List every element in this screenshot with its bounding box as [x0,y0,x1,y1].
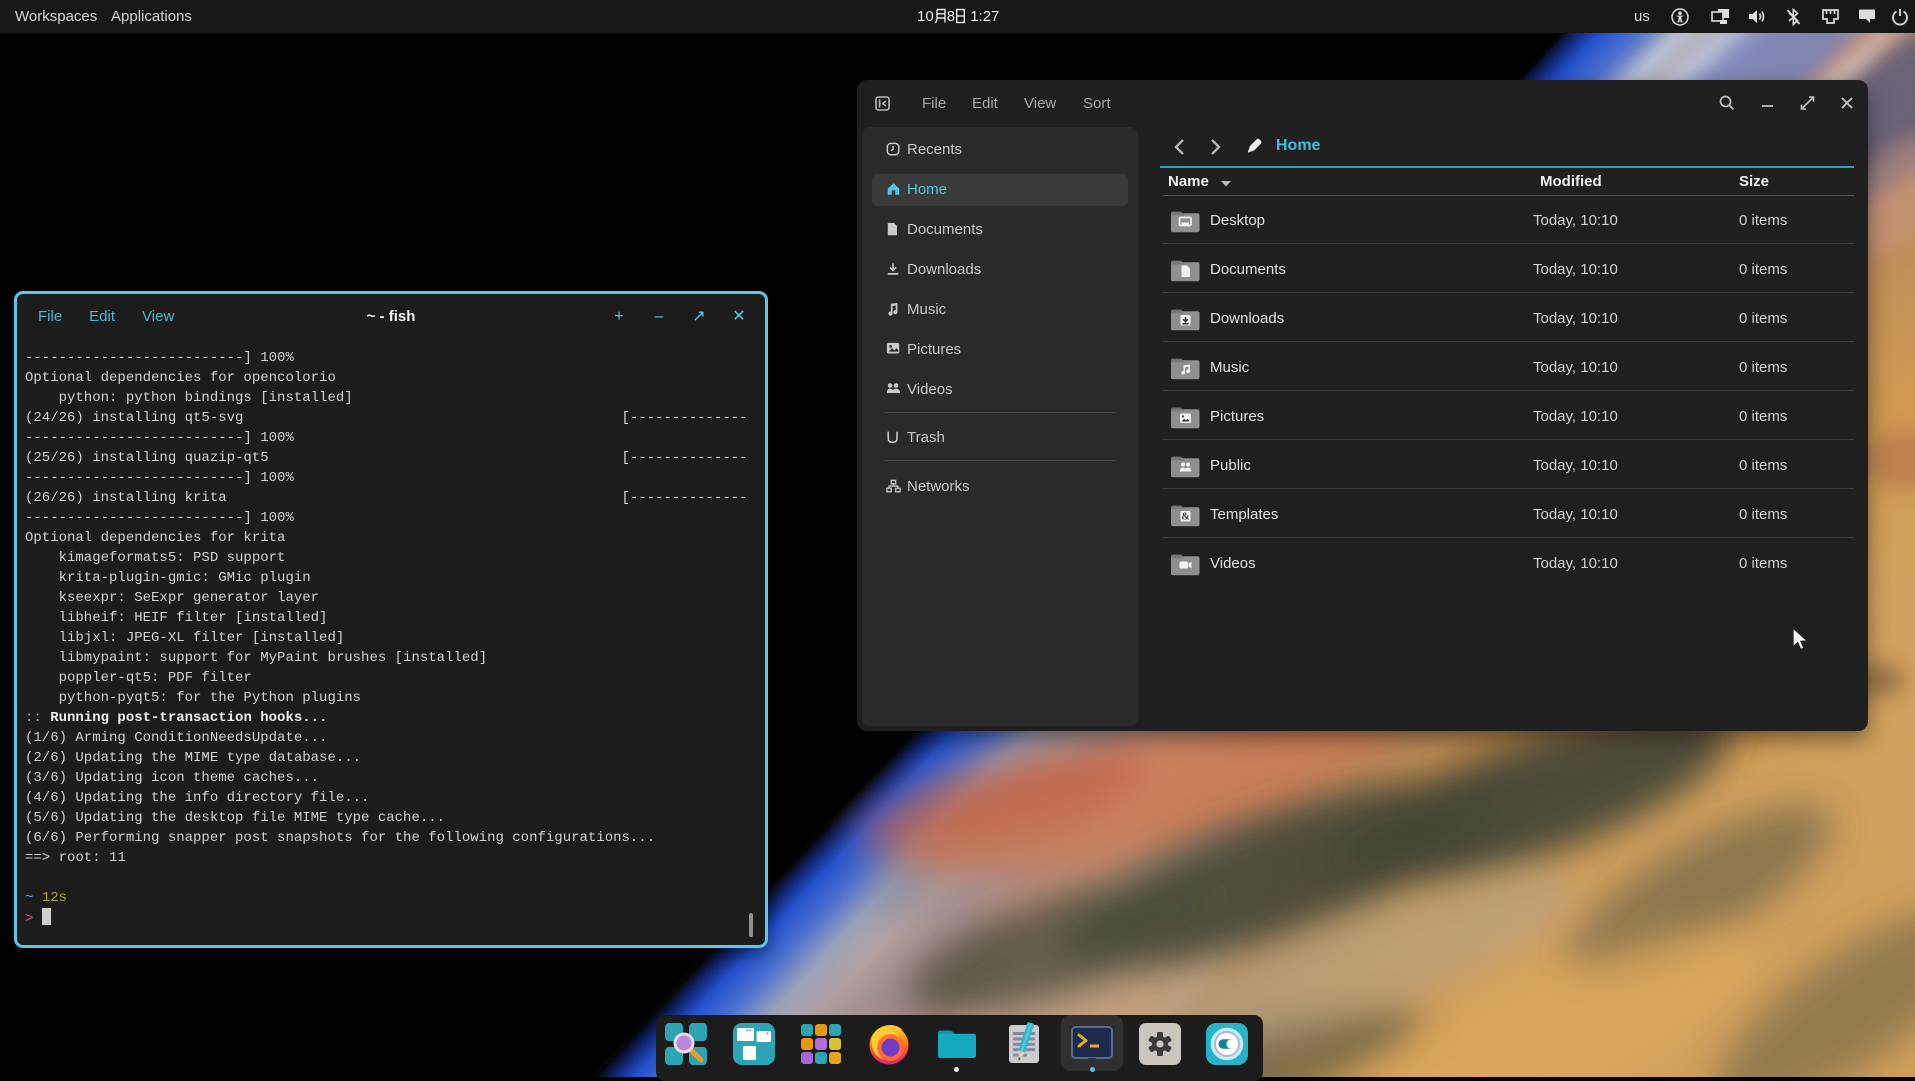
svg-text:&: & [1181,512,1189,523]
